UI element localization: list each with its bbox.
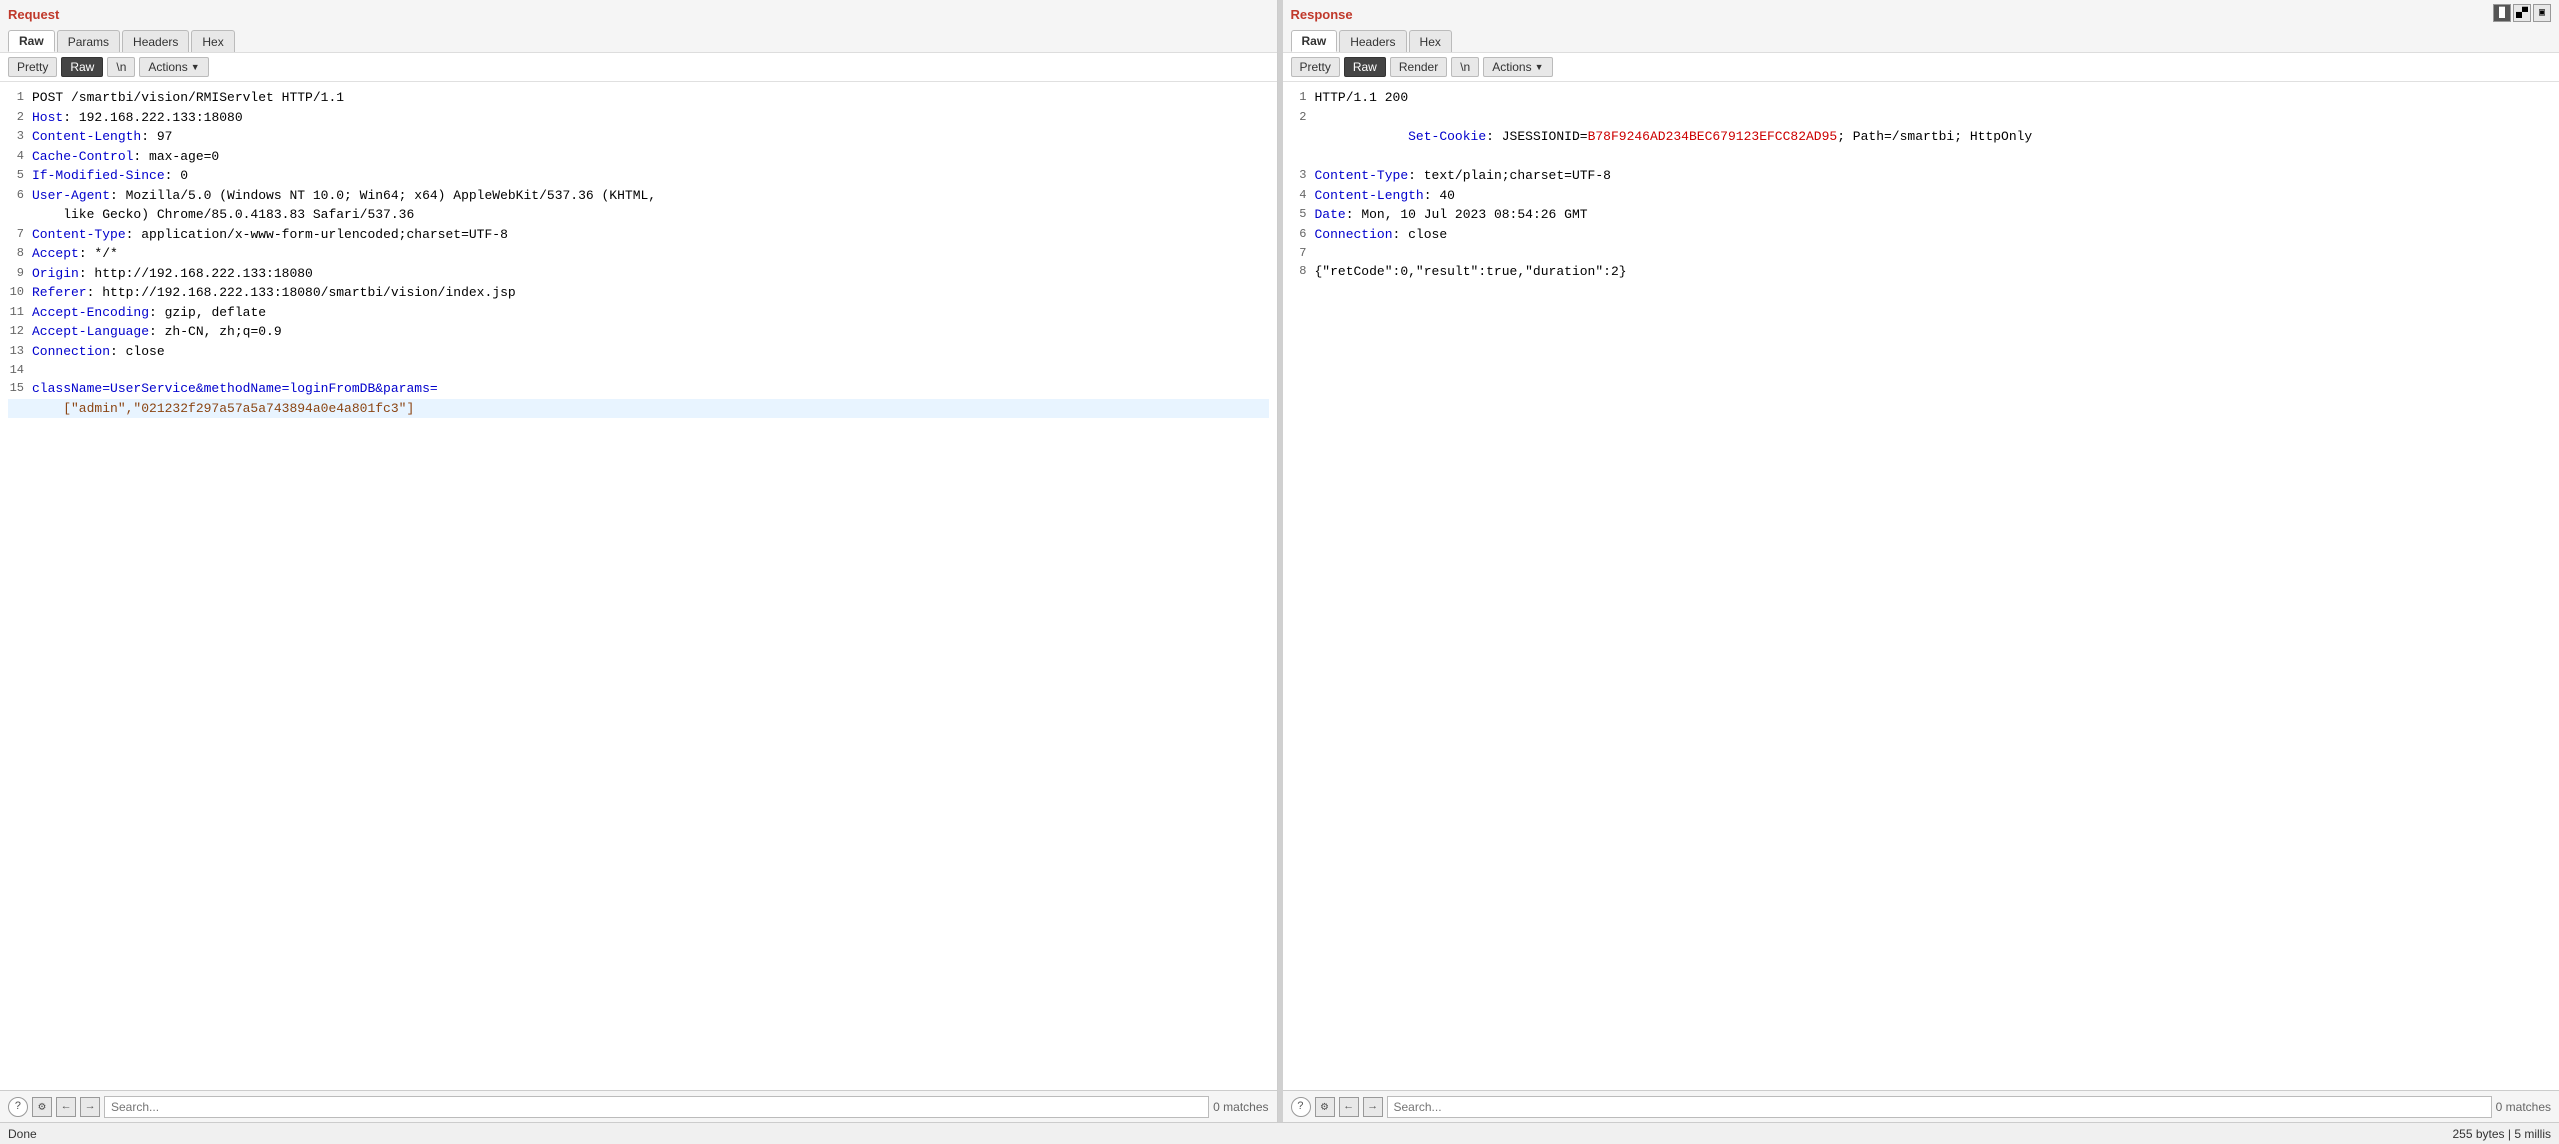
response-title: Response — [1291, 4, 2552, 26]
request-line-10: 10 Referer: http://192.168.222.133:18080… — [8, 283, 1269, 303]
response-line-1: 1 HTTP/1.1 200 — [1291, 88, 2552, 108]
request-line-7: 7 Content-Type: application/x-www-form-u… — [8, 225, 1269, 245]
split-horizontal-icon[interactable]: ▄▀ — [2513, 4, 2531, 22]
response-line-7: 7 — [1291, 244, 2552, 262]
settings-button-response[interactable]: ⚙ — [1315, 1097, 1335, 1117]
request-line-6: 6 User-Agent: Mozilla/5.0 (Windows NT 10… — [8, 186, 1269, 206]
response-line-8: 8 {"retCode":0,"result":true,"duration":… — [1291, 262, 2552, 282]
request-line-14: 14 — [8, 361, 1269, 379]
search-input-response[interactable] — [1387, 1096, 2492, 1118]
split-vertical-icon[interactable]: ▐▌ — [2493, 4, 2511, 22]
prev-match-request[interactable]: ← — [56, 1097, 76, 1117]
tab-params-request[interactable]: Params — [57, 30, 120, 52]
response-tabs: Raw Headers Hex — [1291, 26, 2552, 52]
response-search-bar: ? ⚙ ← → 0 matches — [1283, 1090, 2559, 1122]
tab-raw-request[interactable]: Raw — [8, 30, 55, 52]
matches-count-request: 0 matches — [1213, 1100, 1268, 1114]
request-line-1: 1 POST /smartbi/vision/RMIServlet HTTP/1… — [8, 88, 1269, 108]
request-search-bar: ? ⚙ ← → 0 matches — [0, 1090, 1277, 1122]
request-panel: Request Raw Params Headers Hex Pretty Ra… — [0, 0, 1278, 1122]
request-sub-bar: Pretty Raw \n Actions — [0, 53, 1277, 82]
tab-raw-response[interactable]: Raw — [1291, 30, 1338, 52]
response-line-6: 6 Connection: close — [1291, 225, 2552, 245]
request-content: 1 POST /smartbi/vision/RMIServlet HTTP/1… — [0, 82, 1277, 1090]
matches-count-response: 0 matches — [2496, 1100, 2551, 1114]
top-icons: ▐▌ ▄▀ ▣ — [2493, 4, 2551, 22]
response-panel: Response Raw Headers Hex Pretty Raw Rend… — [1283, 0, 2559, 1122]
prev-match-response[interactable]: ← — [1339, 1097, 1359, 1117]
request-line-13: 13 Connection: close — [8, 342, 1269, 362]
request-line-9: 9 Origin: http://192.168.222.133:18080 — [8, 264, 1269, 284]
help-button-response[interactable]: ? — [1291, 1097, 1311, 1117]
sub-newline-response[interactable]: \n — [1451, 57, 1479, 77]
next-match-response[interactable]: → — [1363, 1097, 1383, 1117]
tab-headers-request[interactable]: Headers — [122, 30, 189, 52]
request-line-3: 3 Content-Length: 97 — [8, 127, 1269, 147]
unsplit-icon[interactable]: ▣ — [2533, 4, 2551, 22]
sub-raw-request[interactable]: Raw — [61, 57, 103, 77]
request-line-2: 2 Host: 192.168.222.133:18080 — [8, 108, 1269, 128]
request-line-15: 15 className=UserService&methodName=logi… — [8, 379, 1269, 399]
request-line-6b: like Gecko) Chrome/85.0.4183.83 Safari/5… — [8, 205, 1269, 225]
tab-headers-response[interactable]: Headers — [1339, 30, 1406, 52]
sub-pretty-response[interactable]: Pretty — [1291, 57, 1340, 77]
tab-hex-response[interactable]: Hex — [1409, 30, 1452, 52]
response-line-3: 3 Content-Type: text/plain;charset=UTF-8 — [1291, 166, 2552, 186]
request-title: Request — [8, 4, 1269, 26]
status-right: 255 bytes | 5 millis — [2453, 1127, 2552, 1141]
response-panel-header: Response Raw Headers Hex — [1283, 0, 2559, 53]
next-match-request[interactable]: → — [80, 1097, 100, 1117]
response-sub-bar: Pretty Raw Render \n Actions — [1283, 53, 2559, 82]
search-input-request[interactable] — [104, 1096, 1209, 1118]
response-line-4: 4 Content-Length: 40 — [1291, 186, 2552, 206]
sub-raw-response[interactable]: Raw — [1344, 57, 1386, 77]
settings-button-request[interactable]: ⚙ — [32, 1097, 52, 1117]
sub-render-response[interactable]: Render — [1390, 57, 1447, 77]
tab-hex-request[interactable]: Hex — [191, 30, 234, 52]
request-panel-header: Request Raw Params Headers Hex — [0, 0, 1277, 53]
request-line-5: 5 If-Modified-Since: 0 — [8, 166, 1269, 186]
response-line-2: 2 Set-Cookie: JSESSIONID=B78F9246AD234BE… — [1291, 108, 2552, 167]
response-content: 1 HTTP/1.1 200 2 Set-Cookie: JSESSIONID=… — [1283, 82, 2559, 1090]
status-bar: Done 255 bytes | 5 millis — [0, 1122, 2559, 1144]
request-line-11: 11 Accept-Encoding: gzip, deflate — [8, 303, 1269, 323]
response-line-5: 5 Date: Mon, 10 Jul 2023 08:54:26 GMT — [1291, 205, 2552, 225]
help-button-request[interactable]: ? — [8, 1097, 28, 1117]
status-left: Done — [8, 1127, 37, 1141]
sub-pretty-request[interactable]: Pretty — [8, 57, 57, 77]
actions-button-request[interactable]: Actions — [139, 57, 208, 77]
actions-button-response[interactable]: Actions — [1483, 57, 1552, 77]
request-tabs: Raw Params Headers Hex — [8, 26, 1269, 52]
sub-newline-request[interactable]: \n — [107, 57, 135, 77]
request-line-12: 12 Accept-Language: zh-CN, zh;q=0.9 — [8, 322, 1269, 342]
request-line-4: 4 Cache-Control: max-age=0 — [8, 147, 1269, 167]
request-line-15b: ["admin","021232f297a57a5a743894a0e4a801… — [8, 399, 1269, 419]
request-line-8: 8 Accept: */* — [8, 244, 1269, 264]
